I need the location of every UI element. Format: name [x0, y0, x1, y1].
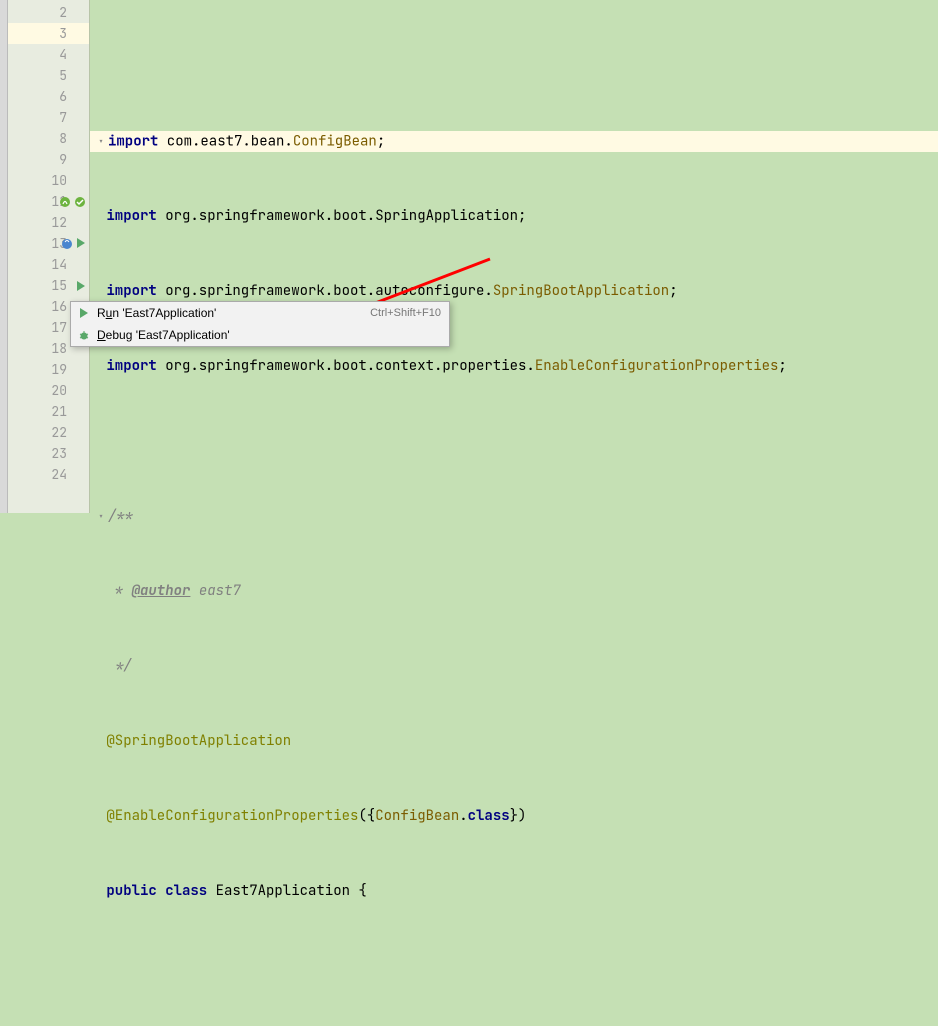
text: org.springframework.boot.SpringApplicati… [157, 207, 527, 225]
code-line[interactable] [90, 431, 938, 452]
class-ref: SpringBootApplication [493, 282, 669, 300]
code-line[interactable]: ▾/** [90, 506, 938, 527]
text: East7Application { [216, 882, 367, 900]
gutter-line[interactable]: 11 [8, 191, 89, 212]
code-line[interactable]: import org.springframework.boot.autoconf… [90, 281, 938, 302]
code-line[interactable] [90, 956, 938, 977]
keyword: import [106, 282, 156, 300]
comment: * [106, 582, 131, 600]
line-number: 4 [59, 46, 67, 63]
line-number: 9 [59, 151, 67, 168]
line-number: 18 [51, 340, 67, 357]
text: }) [510, 807, 527, 825]
line-number: 21 [51, 403, 67, 420]
code-area[interactable]: ▾import com.east7.bean.ConfigBean; impor… [90, 0, 938, 513]
menu-label: Run 'East7Application' [93, 306, 370, 320]
text: org.springframework.boot.autoconfigure. [157, 282, 493, 300]
line-number: 5 [59, 67, 67, 84]
gutter-line[interactable]: 9 [8, 149, 89, 170]
gutter-line[interactable]: 3 [8, 23, 89, 44]
text: com.east7.bean. [158, 132, 292, 150]
menu-item-debug[interactable]: Debug 'East7Application' [71, 324, 449, 346]
text: ; [778, 357, 786, 375]
code-line[interactable]: @EnableConfigurationProperties({ConfigBe… [90, 806, 938, 827]
code-line[interactable]: * @author east7 [90, 581, 938, 602]
line-number: 7 [59, 109, 67, 126]
code-line[interactable]: ▾import com.east7.bean.ConfigBean; [90, 131, 938, 152]
keyword: public class [106, 882, 215, 900]
gutter-line[interactable]: 24 [8, 464, 89, 485]
gutter-line[interactable]: 7 [8, 107, 89, 128]
gutter-line[interactable]: 14 [8, 254, 89, 275]
context-menu: Run 'East7Application' Ctrl+Shift+F10 De… [70, 301, 450, 347]
gutter-line[interactable]: 13 [8, 233, 89, 254]
gutter-line[interactable]: 20 [8, 380, 89, 401]
run-gutter-icon[interactable] [75, 280, 87, 292]
line-number: 22 [51, 424, 67, 441]
editor-container: 23456789101112131415161718192021222324 ▾… [0, 0, 938, 513]
gutter[interactable]: 23456789101112131415161718192021222324 [8, 0, 90, 513]
bug-icon [75, 329, 93, 341]
line-number: 3 [59, 25, 67, 42]
gutter-line[interactable]: 22 [8, 422, 89, 443]
menu-label: Debug 'East7Application' [93, 328, 441, 342]
gutter-line[interactable]: 5 [8, 65, 89, 86]
line-number: 17 [51, 319, 67, 336]
run-class-icon[interactable] [60, 237, 87, 251]
line-number: 16 [51, 298, 67, 315]
gutter-line[interactable]: 2 [8, 2, 89, 23]
gutter-line[interactable]: 21 [8, 401, 89, 422]
line-number: 10 [51, 172, 67, 189]
menu-item-run[interactable]: Run 'East7Application' Ctrl+Shift+F10 [71, 302, 449, 324]
line-number: 12 [51, 214, 67, 231]
spring-bean-icon[interactable] [58, 195, 87, 209]
fold-icon[interactable]: ▾ [98, 131, 108, 152]
annotation: @SpringBootApplication [106, 732, 291, 750]
annotation: @EnableConfigurationProperties [106, 807, 358, 825]
code-line[interactable]: @SpringBootApplication [90, 731, 938, 752]
text: org.springframework.boot.context.propert… [157, 357, 535, 375]
line-number: 24 [51, 466, 67, 483]
gutter-line[interactable]: 6 [8, 86, 89, 107]
gutter-line[interactable]: 8 [8, 128, 89, 149]
line-number: 14 [51, 256, 67, 273]
keyword: import [106, 357, 156, 375]
code-line[interactable]: import org.springframework.boot.context.… [90, 356, 938, 377]
text: . [459, 807, 467, 825]
run-icon [75, 307, 93, 319]
keyword: import [106, 207, 156, 225]
line-number: 15 [51, 277, 67, 294]
comment: */ [106, 657, 131, 675]
doctag: @author [132, 582, 191, 600]
gutter-bar [0, 0, 8, 513]
gutter-line[interactable]: 10 [8, 170, 89, 191]
gutter-line[interactable]: 19 [8, 359, 89, 380]
class-ref: ConfigBean [375, 807, 459, 825]
line-number: 19 [51, 361, 67, 378]
text: ({ [358, 807, 375, 825]
code-line[interactable]: import org.springframework.boot.SpringAp… [90, 206, 938, 227]
line-number: 8 [59, 130, 67, 147]
gutter-line[interactable]: 15 [8, 275, 89, 296]
comment: /** [108, 507, 133, 525]
gutter-line[interactable]: 4 [8, 44, 89, 65]
gutter-line[interactable]: 12 [8, 212, 89, 233]
code-line[interactable]: public class East7Application { [90, 881, 938, 902]
class-ref: EnableConfigurationProperties [535, 357, 779, 375]
text: ; [669, 282, 677, 300]
text: ; [377, 132, 385, 150]
line-number: 6 [59, 88, 67, 105]
menu-shortcut: Ctrl+Shift+F10 [370, 307, 441, 319]
fold-icon[interactable]: ▾ [98, 506, 108, 527]
keyword: import [108, 132, 158, 150]
line-number: 23 [51, 445, 67, 462]
code-line[interactable]: */ [90, 656, 938, 677]
comment: east7 [190, 582, 240, 600]
class-ref: ConfigBean [293, 132, 377, 150]
gutter-line[interactable]: 23 [8, 443, 89, 464]
code-line[interactable] [90, 56, 938, 77]
keyword: class [468, 807, 510, 825]
line-number: 2 [59, 4, 67, 21]
line-number: 20 [51, 382, 67, 399]
